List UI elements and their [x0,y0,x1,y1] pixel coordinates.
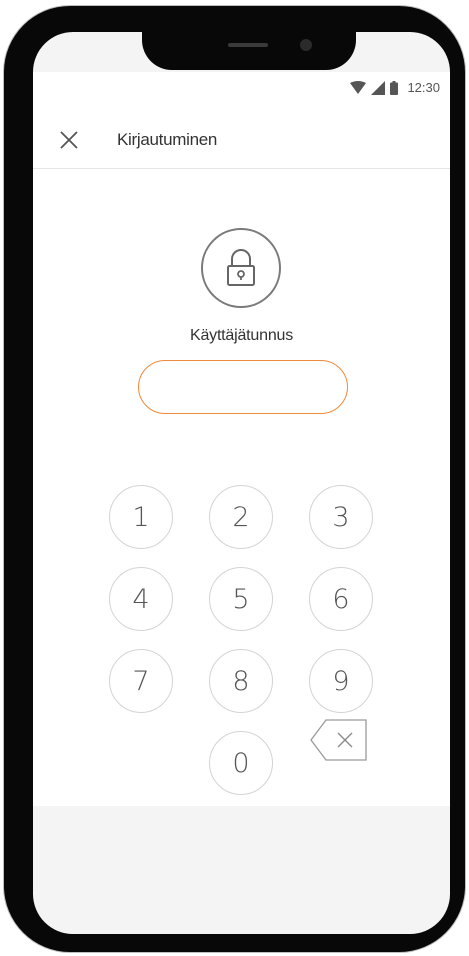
username-label: Käyttäjätunnus [189,327,294,344]
phone-notch [142,32,356,70]
lock-icon [227,249,255,286]
key-1[interactable]: 1 [109,485,173,549]
phone-frame: 12:30 Kirjautuminen Käyttäjätunnus 1 2 3… [4,6,465,952]
lock-badge [201,228,281,308]
status-time: 12:30 [407,80,440,95]
login-screen: 12:30 Kirjautuminen Käyttäjätunnus 1 2 3… [33,72,450,806]
wifi-icon [350,80,367,94]
backspace-icon[interactable] [309,718,369,762]
page-title: Kirjautuminen [117,130,218,149]
header: Kirjautuminen [33,112,450,169]
close-icon[interactable] [57,128,81,152]
key-2[interactable]: 2 [209,485,273,549]
phone-screen: 12:30 Kirjautuminen Käyttäjätunnus 1 2 3… [33,32,450,934]
key-4[interactable]: 4 [109,567,173,631]
status-bar: 12:30 [33,72,450,112]
status-icons: 12:30 [350,80,440,95]
key-0[interactable]: 0 [209,731,273,795]
username-field[interactable] [138,360,348,414]
key-7[interactable]: 7 [109,649,173,713]
key-8[interactable]: 8 [209,649,273,713]
key-6[interactable]: 6 [309,567,373,631]
key-5[interactable]: 5 [209,567,273,631]
speaker [228,43,268,47]
key-9[interactable]: 9 [309,649,373,713]
battery-icon [390,80,399,95]
front-camera [300,39,312,51]
signal-icon [371,80,386,95]
key-3[interactable]: 3 [309,485,373,549]
